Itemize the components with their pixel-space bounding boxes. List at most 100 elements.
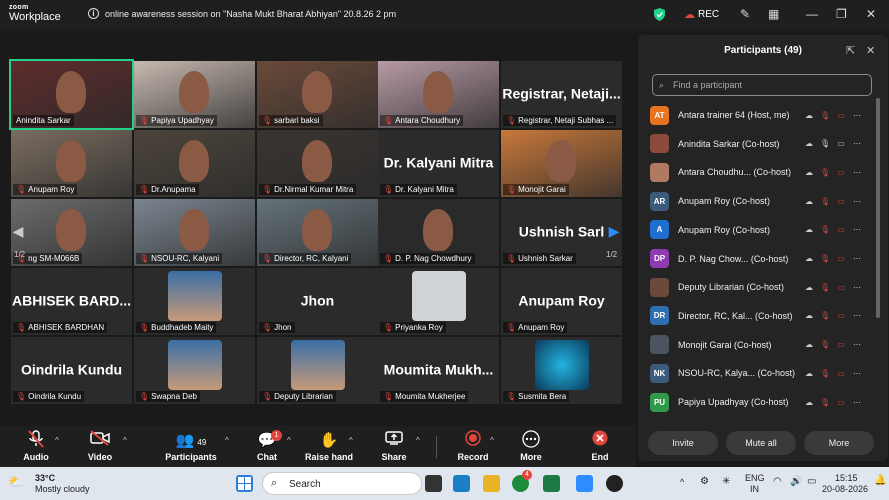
participants-caret-icon[interactable]: ^ [225, 436, 229, 445]
participant-row[interactable]: DP D. P. Nag Chow... (Co-host) ☁ 🎙 ▭ ⋯ [650, 245, 880, 273]
panel-more-button[interactable]: More [804, 431, 874, 455]
windows-start-icon[interactable] [236, 475, 253, 492]
next-page-arrow-icon[interactable]: ▶ [604, 211, 624, 251]
tray-bluetooth-icon[interactable]: ✳ [722, 476, 730, 487]
row-more-icon[interactable]: ⋯ [852, 168, 862, 177]
participant-row[interactable]: DR Director, RC, Kal... (Co-host) ☁ 🎙 ▭ ⋯ [650, 302, 880, 330]
chat-caret-icon[interactable]: ^ [287, 436, 291, 445]
notification-bell-icon[interactable]: 🔔 [874, 475, 886, 486]
video-tile[interactable]: 🎙 Papiya Upadhyay [134, 61, 255, 128]
video-button[interactable]: Video [70, 426, 130, 462]
video-tile[interactable]: 🎙 Anupam Roy [11, 130, 132, 197]
row-more-icon[interactable]: ⋯ [852, 369, 862, 378]
video-options-caret-icon[interactable]: ^ [123, 436, 127, 445]
participant-row[interactable]: AR Anupam Roy (Co-host) ☁ 🎙 ▭ ⋯ [650, 187, 880, 215]
participant-row[interactable]: NK NSOU-RC, Kalya... (Co-host) ☁ 🎙 ▭ ⋯ [650, 359, 880, 387]
participant-row[interactable]: Deputy Librarian (Co-host) ☁ 🎙 ▭ ⋯ [650, 273, 880, 301]
taskbar-search-box[interactable]: ⌕ Search [262, 472, 422, 495]
weather-desc[interactable]: Mostly cloudy [35, 484, 90, 494]
raise-hand-caret-icon[interactable]: ^ [349, 436, 353, 445]
minimize-icon[interactable]: — [806, 7, 818, 21]
participant-row[interactable]: Monojit Garai (Co-host) ☁ 🎙 ▭ ⋯ [650, 331, 880, 359]
video-tile[interactable]: ABHISEK BARD... 🎙 ABHISEK BARDHAN [11, 268, 132, 335]
weather-icon[interactable]: ⛅ [8, 474, 24, 490]
grid-view-icon[interactable]: ▦ [768, 7, 779, 21]
file-explorer-icon[interactable] [483, 475, 500, 492]
tray-chevron-icon[interactable]: ^ [680, 477, 684, 487]
recording-indicator[interactable]: ☁ REC [684, 8, 719, 21]
info-icon[interactable]: i [88, 8, 99, 19]
row-more-icon[interactable]: ⋯ [852, 225, 862, 234]
participant-row[interactable]: PU Papiya Upadhyay (Co-host) ☁ 🎙 ▭ ⋯ [650, 388, 880, 416]
chrome-icon[interactable]: 4 [512, 470, 532, 492]
previous-page-arrow-icon[interactable]: ◀ [8, 211, 28, 251]
video-tile[interactable]: Anindita Sarkar [9, 59, 134, 130]
video-tile[interactable]: 🎙 Dr.Nirmal Kumar Mitra [257, 130, 378, 197]
participant-search-input[interactable]: ⌕ Find a participant [652, 74, 872, 96]
weather-temp[interactable]: 33°C [35, 473, 55, 483]
row-more-icon[interactable]: ⋯ [852, 283, 862, 292]
row-more-icon[interactable]: ⋯ [852, 254, 862, 263]
video-tile[interactable]: 🎙 sarbari baksi [257, 61, 378, 128]
restore-icon[interactable]: ❐ [836, 7, 847, 21]
invite-button[interactable]: Invite [648, 431, 718, 455]
video-tile[interactable]: 🎙 ng SM-M066B [11, 199, 132, 266]
record-button[interactable]: Record [443, 426, 503, 462]
battery-icon[interactable]: ▭ [807, 476, 816, 487]
audio-options-caret-icon[interactable]: ^ [55, 436, 59, 445]
clock-time[interactable]: 15:15 [835, 473, 858, 483]
close-icon[interactable]: ✕ [866, 7, 876, 21]
video-tile[interactable]: Oindrila Kundu 🎙 Oindrila Kundu [11, 337, 132, 404]
zoom-taskbar-icon[interactable] [576, 475, 593, 492]
pop-out-icon[interactable]: ⇱ [846, 44, 855, 57]
video-tile[interactable]: 🎙 Buddhadeb Maity [134, 268, 255, 335]
media-player-icon[interactable] [606, 475, 623, 492]
mute-all-button[interactable]: Mute all [726, 431, 796, 455]
video-tile[interactable]: 🎙 D. P. Nag Chowdhury [378, 199, 499, 266]
row-more-icon[interactable]: ⋯ [852, 197, 862, 206]
volume-icon[interactable]: 🔊 [790, 476, 802, 487]
video-tile[interactable]: 🎙 Priyanka Roy [378, 268, 499, 335]
close-panel-icon[interactable]: ✕ [866, 44, 875, 57]
video-tile[interactable]: Anupam Roy 🎙 Anupam Roy [501, 268, 622, 335]
participant-row[interactable]: A Anupam Roy (Co-host) ☁ 🎙 ▭ ⋯ [650, 216, 880, 244]
video-tile[interactable]: Dr. Kalyani Mitra 🎙 Dr. Kalyani Mitra [378, 130, 499, 197]
row-more-icon[interactable]: ⋯ [852, 111, 862, 120]
video-tile[interactable]: 🎙 Susmita Bera [501, 337, 622, 404]
participants-button[interactable]: 👥 49 Participants [161, 426, 221, 462]
participant-list-scrollbar[interactable] [876, 98, 880, 318]
end-button[interactable]: End [570, 426, 630, 462]
share-caret-icon[interactable]: ^ [416, 436, 420, 445]
lang-bottom[interactable]: IN [750, 484, 759, 494]
record-caret-icon[interactable]: ^ [490, 436, 494, 445]
video-tile[interactable]: Registrar, Netaji... 🎙 Registrar, Netaji S… [501, 61, 622, 128]
lang-top[interactable]: ENG [745, 473, 765, 483]
video-tile[interactable]: Moumita Mukh... 🎙 Moumita Mukherjee [378, 337, 499, 404]
wifi-icon[interactable]: ◠ [773, 476, 782, 487]
more-button[interactable]: More [501, 426, 561, 462]
video-tile[interactable]: 🎙 Antara Choudhury [378, 61, 499, 128]
row-more-icon[interactable]: ⋯ [852, 311, 862, 320]
video-tile[interactable]: 🎙 Monojit Garai [501, 130, 622, 197]
video-tile[interactable]: 🎙 Deputy Librarian [257, 337, 378, 404]
row-more-icon[interactable]: ⋯ [852, 340, 862, 349]
edge-browser-icon[interactable] [453, 475, 470, 492]
excel-icon[interactable] [543, 475, 560, 492]
video-tile[interactable]: Jhon 🎙 Jhon [257, 268, 378, 335]
tray-app-icon[interactable]: ⚙ [700, 476, 709, 487]
shield-icon[interactable] [654, 8, 665, 21]
apps-pen-icon[interactable]: ✎ [740, 7, 750, 21]
video-tile[interactable]: 🎙 Dr.Anupama [134, 130, 255, 197]
task-view-icon[interactable] [425, 475, 442, 492]
video-tile[interactable]: 🎙 NSOU-RC, Kalyani [134, 199, 255, 266]
video-tile[interactable]: 🎙 Swapna Deb [134, 337, 255, 404]
clock-date[interactable]: 20-08-2026 [822, 484, 868, 494]
participant-row[interactable]: Antara Choudhu... (Co-host) ☁ 🎙 ▭ ⋯ [650, 158, 880, 186]
row-more-icon[interactable]: ⋯ [852, 398, 862, 407]
share-button[interactable]: Share [364, 426, 424, 462]
participant-row[interactable]: Anindita Sarkar (Co-host) ☁ 🎙 ▭ ⋯ [650, 130, 880, 158]
participant-display-name: Moumita Mukh... [383, 360, 494, 377]
row-more-icon[interactable]: ⋯ [852, 139, 862, 148]
video-tile[interactable]: 🎙 Director, RC, Kalyani [257, 199, 378, 266]
participant-row[interactable]: AT Antara trainer 64 (Host, me) ☁ 🎙 ▭ ⋯ [650, 101, 880, 129]
